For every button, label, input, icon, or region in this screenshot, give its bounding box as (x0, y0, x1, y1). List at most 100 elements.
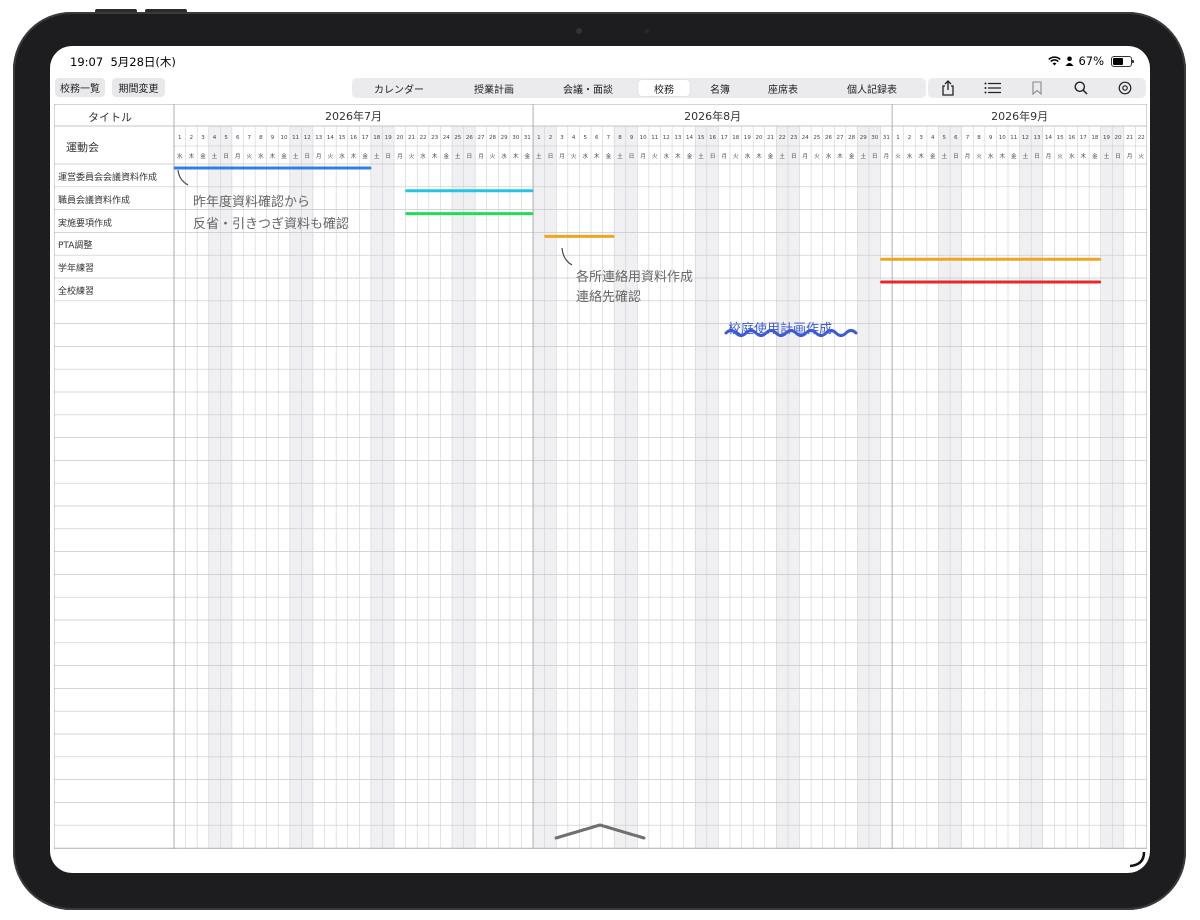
day-number: 2 (908, 135, 912, 141)
status-right: 67% (1048, 54, 1134, 68)
tab-lesson-plan[interactable]: 授業計画 (449, 80, 539, 96)
bookmark-icon[interactable] (1022, 78, 1052, 98)
task-label[interactable]: 学年練習 (58, 261, 94, 274)
tab-meetings[interactable]: 会議・面談 (543, 80, 633, 96)
day-number: 15 (698, 135, 705, 141)
day-number: 4 (931, 135, 935, 141)
status-time: 19:07 (70, 55, 104, 69)
day-number: 27 (837, 135, 844, 141)
weekday-label: 月 (1046, 153, 1052, 160)
weekday-label: 金 (768, 152, 774, 160)
weekday-label: 金 (362, 152, 368, 160)
day-number: 16 (709, 135, 716, 141)
tab-calendar[interactable]: カレンダー (354, 80, 444, 96)
day-number: 11 (1010, 135, 1017, 141)
weekday-label: 土 (617, 152, 623, 160)
search-icon[interactable] (1066, 78, 1096, 98)
day-number: 6 (595, 135, 599, 141)
share-icon[interactable] (933, 78, 963, 98)
weekday-label: 土 (293, 152, 299, 160)
weekday-label: 金 (687, 152, 693, 160)
weekday-label: 木 (675, 152, 681, 160)
day-number: 1 (537, 135, 541, 141)
day-number: 17 (1080, 135, 1087, 141)
day-number: 9 (989, 135, 993, 141)
status-date: 5月28日(木) (110, 55, 176, 69)
day-number: 18 (373, 135, 380, 141)
day-number: 8 (259, 135, 263, 141)
weekday-label: 木 (513, 152, 519, 160)
day-number: 5 (224, 135, 228, 141)
day-number: 24 (802, 135, 809, 141)
day-number: 28 (848, 135, 855, 141)
weekday-label: 月 (803, 153, 809, 160)
day-number: 13 (1033, 135, 1040, 141)
weekday-label: 金 (930, 152, 936, 160)
day-number: 10 (640, 135, 647, 141)
weekday-label: 水 (907, 152, 913, 160)
weekday-label: 金 (1011, 152, 1017, 160)
weekday-label: 木 (837, 152, 843, 160)
day-number: 21 (408, 135, 415, 141)
tab-individual-records[interactable]: 個人記録表 (822, 80, 922, 96)
weekday-label: 水 (826, 152, 832, 160)
day-number: 19 (1103, 135, 1110, 141)
list-icon[interactable] (978, 78, 1008, 98)
day-number: 6 (954, 135, 958, 141)
battery-percent: 67% (1078, 54, 1104, 68)
settings-icon[interactable] (1110, 78, 1140, 98)
toolbar: 校務一覧 期間変更 カレンダー 授業計画 会議・面談 校務 名簿 座席表 個人記… (50, 76, 1150, 100)
day-number: 29 (501, 135, 508, 141)
note1-line1: 昨年度資料確認から (193, 195, 311, 210)
weekday-label: 土 (942, 152, 948, 160)
task-label[interactable]: PTA調整 (58, 238, 92, 251)
weekday-label: 日 (223, 153, 229, 160)
weekday-label: 日 (548, 153, 554, 160)
weekday-label: 月 (559, 153, 565, 160)
period-change-button[interactable]: 期間変更 (112, 78, 165, 97)
day-number: 5 (583, 135, 587, 141)
handwritten-note-3: 校庭使用計画作成 (728, 318, 832, 337)
tab-roster[interactable]: 名簿 (694, 80, 746, 96)
weekday-label: 土 (212, 152, 218, 160)
day-number: 2 (549, 135, 553, 141)
day-number: 17 (362, 135, 369, 141)
status-bar: 19:07 5月28日(木) 67% (50, 46, 1150, 72)
view-segmented-control: カレンダー 授業計画 会議・面談 校務 名簿 座席表 個人記録表 (352, 78, 926, 98)
weekday-label: 金 (200, 152, 206, 160)
day-number: 18 (732, 135, 739, 141)
day-number: 11 (651, 135, 658, 141)
day-number: 13 (674, 135, 681, 141)
day-number: 15 (338, 135, 345, 141)
weekday-label: 水 (664, 152, 670, 160)
task-label[interactable]: 実施要項作成 (58, 216, 112, 229)
weekday-label: 日 (304, 153, 310, 160)
weekday-label: 月 (1127, 153, 1133, 160)
weekday-label: 金 (606, 152, 612, 160)
weekday-label: 日 (386, 153, 392, 160)
weekday-label: 火 (652, 154, 658, 160)
day-number: 29 (860, 135, 867, 141)
task-label[interactable]: 職員会議資料作成 (58, 193, 130, 206)
weekday-label: 火 (409, 154, 415, 160)
scroll-up-chevron-icon[interactable] (553, 822, 647, 842)
day-number: 21 (1126, 135, 1133, 141)
weekday-label: 土 (455, 152, 461, 160)
weekday-label: 日 (629, 153, 635, 160)
day-number: 9 (630, 135, 634, 141)
day-number: 12 (304, 135, 311, 141)
title-column-header: タイトル (88, 111, 132, 124)
tab-school-tasks[interactable]: 校務 (638, 80, 690, 96)
day-number: 30 (512, 135, 519, 141)
day-number: 3 (919, 135, 923, 141)
task-label[interactable]: 運営委員会会議資料作成 (58, 170, 157, 183)
weekday-label: 木 (756, 152, 762, 160)
task-label[interactable]: 全校練習 (58, 284, 94, 297)
day-number: 8 (618, 135, 622, 141)
weekday-label: 土 (374, 152, 380, 160)
weekday-label: 火 (247, 154, 253, 160)
tab-seating-chart[interactable]: 座席表 (750, 80, 816, 96)
day-number: 28 (489, 135, 496, 141)
day-number: 4 (213, 135, 217, 141)
school-task-list-button[interactable]: 校務一覧 (55, 78, 105, 97)
